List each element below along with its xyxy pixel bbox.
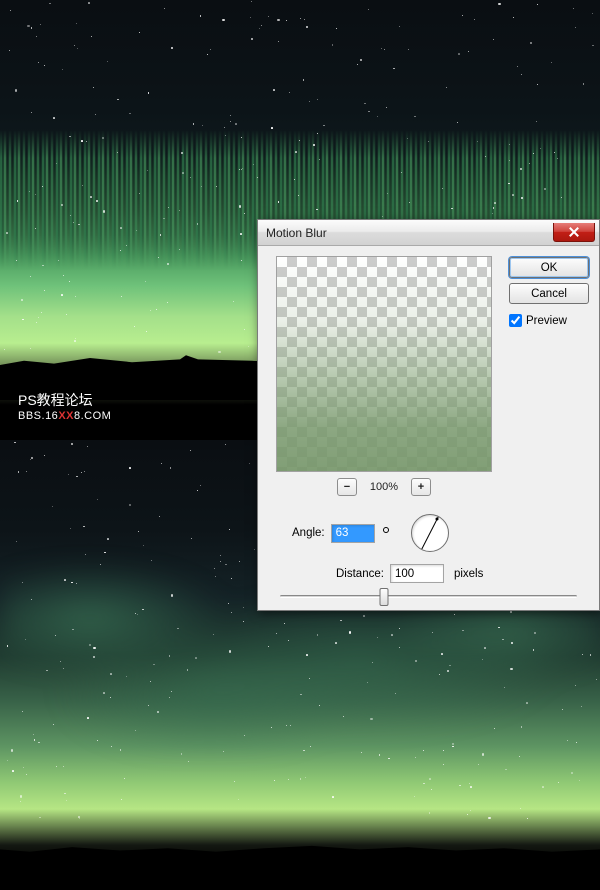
preview-checkbox[interactable]: [509, 314, 522, 327]
zoom-value: 100%: [367, 481, 401, 493]
distance-slider[interactable]: [280, 595, 577, 598]
watermark-tutorial: PS教程论坛 BBS.16XX8.COM: [18, 391, 111, 423]
zoom-in-button[interactable]: +: [411, 478, 431, 496]
zoom-out-button[interactable]: −: [337, 478, 357, 496]
motion-blur-dialog: Motion Blur − 100% + OK Cancel: [257, 219, 600, 611]
close-icon: [569, 227, 579, 237]
distance-label: Distance:: [336, 568, 384, 580]
preview-checkbox-row[interactable]: Preview: [509, 314, 589, 327]
ok-button[interactable]: OK: [509, 257, 589, 278]
angle-input[interactable]: [331, 524, 375, 543]
watermark-bbs: BBS.16XX8.COM: [18, 409, 111, 423]
cancel-button[interactable]: Cancel: [509, 283, 589, 304]
degree-icon: [383, 527, 389, 533]
close-button[interactable]: [553, 223, 595, 242]
distance-input[interactable]: [390, 564, 444, 583]
dialog-body: − 100% + OK Cancel Preview Angle:: [258, 246, 599, 610]
dialog-title: Motion Blur: [266, 226, 553, 240]
dialog-titlebar[interactable]: Motion Blur: [258, 220, 599, 246]
distance-unit: pixels: [454, 568, 483, 580]
watermark-tutorial-text: PS教程论坛: [18, 391, 111, 409]
angle-label: Angle:: [292, 527, 325, 539]
filter-preview[interactable]: [276, 256, 492, 472]
preview-tint: [277, 257, 491, 471]
angle-dial[interactable]: [411, 514, 449, 552]
distance-slider-thumb[interactable]: [379, 588, 388, 606]
preview-checkbox-label: Preview: [526, 315, 567, 327]
